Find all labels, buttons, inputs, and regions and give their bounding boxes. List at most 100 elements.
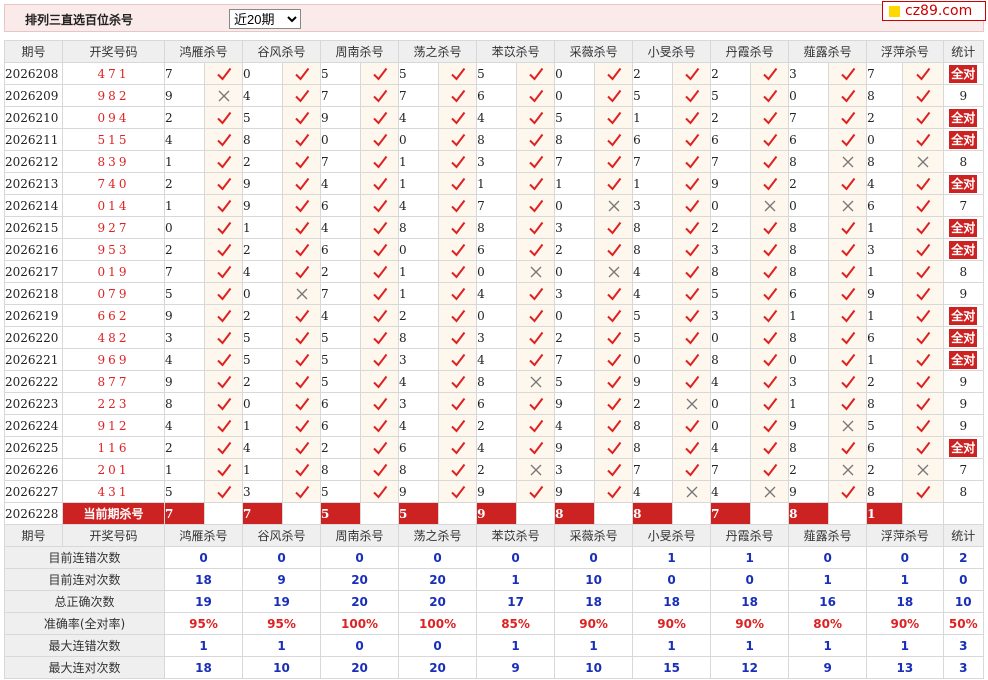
check-icon — [684, 374, 700, 390]
kill-value-cell: 5 — [632, 304, 674, 327]
site-logo[interactable]: cz89.com — [882, 1, 986, 21]
column-header: 开奖号码 — [62, 40, 165, 63]
result-mark-cell — [203, 458, 244, 481]
result-mark-cell — [282, 326, 322, 349]
check-icon — [528, 198, 544, 214]
kill-value-cell: 0 — [788, 348, 830, 371]
stats-value-cell: 15 — [632, 656, 712, 679]
check-icon — [372, 440, 388, 456]
stats-value-cell: 19 — [163, 590, 244, 613]
stats-row: 总正确次数 19 19 20 20 17 18 18 18 16 18 10 — [4, 590, 985, 613]
result-mark-cell — [438, 84, 478, 107]
result-mark-cell — [828, 326, 868, 349]
kill-value-cell: 4 — [242, 260, 284, 283]
result-mark-cell — [360, 62, 400, 85]
kill-value-cell: 1 — [164, 150, 205, 173]
stats-label-cell: 目前连错次数 — [4, 546, 165, 569]
result-mark-cell — [750, 436, 790, 459]
kill-value-cell: 5 — [866, 414, 904, 437]
check-icon — [294, 308, 310, 324]
kill-value-cell: 4 — [398, 414, 440, 437]
kill-value-cell: 2 — [164, 238, 205, 261]
check-icon — [528, 242, 544, 258]
result-mark-cell — [594, 106, 634, 129]
result-mark-cell — [594, 238, 634, 261]
check-icon — [450, 220, 466, 236]
check-icon — [684, 154, 700, 170]
logo-text: cz89.com — [905, 3, 973, 19]
cross-icon — [607, 199, 621, 213]
drawn-number-cell: 019 — [62, 260, 165, 283]
drawn-number-cell: 079 — [62, 282, 165, 305]
check-icon — [372, 418, 388, 434]
kill-value-cell: 6 — [710, 128, 752, 151]
drawn-number-cell: 201 — [62, 458, 165, 481]
stats-value-cell: 1 — [710, 546, 790, 569]
check-icon — [450, 484, 466, 500]
total-cell: 全对 — [942, 238, 985, 261]
kill-value-cell: 1 — [632, 106, 674, 129]
check-icon — [372, 352, 388, 368]
check-icon — [372, 264, 388, 280]
result-mark-cell — [282, 84, 322, 107]
table-row: 2026211 515 4 8 0 0 8 8 6 6 6 0 全对 — [4, 128, 985, 151]
table-row: 2026220 482 3 5 5 8 3 2 5 0 8 6 全对 — [4, 326, 985, 349]
check-icon — [294, 66, 310, 82]
stats-value-cell: 9 — [476, 656, 556, 679]
check-icon — [216, 264, 232, 280]
kill-value-cell: 7 — [866, 62, 904, 85]
check-icon — [762, 418, 778, 434]
check-icon — [216, 374, 232, 390]
check-icon — [915, 66, 931, 82]
check-icon — [915, 484, 931, 500]
result-mark-cell — [828, 194, 868, 217]
stats-value-cell: 1 — [632, 634, 712, 657]
current-label-cell: 当前期杀号 — [62, 502, 165, 525]
check-icon — [606, 176, 622, 192]
check-icon — [606, 154, 622, 170]
check-icon — [684, 110, 700, 126]
result-mark-cell — [438, 238, 478, 261]
result-mark-cell — [516, 238, 556, 261]
check-icon — [684, 88, 700, 104]
check-icon — [372, 396, 388, 412]
kill-value-cell: 9 — [554, 436, 596, 459]
stats-value-cell: 0 — [476, 546, 556, 569]
stats-value-cell: 1 — [242, 634, 322, 657]
result-mark-cell — [902, 238, 944, 261]
table-row: 2026210 094 2 5 9 4 4 5 1 2 7 2 全对 — [4, 106, 985, 129]
check-icon — [840, 484, 856, 500]
check-icon — [606, 88, 622, 104]
result-mark-cell — [902, 84, 944, 107]
kill-value-cell: 4 — [632, 480, 674, 503]
result-mark-cell — [282, 216, 322, 239]
result-mark-cell — [282, 436, 322, 459]
current-kill-cell: 5 — [398, 502, 440, 525]
period-range-select[interactable]: 近20期 — [229, 9, 301, 29]
kill-value-cell: 0 — [476, 304, 518, 327]
check-icon — [216, 66, 232, 82]
kill-value-cell: 7 — [710, 150, 752, 173]
result-mark-cell — [438, 348, 478, 371]
result-mark-cell — [282, 260, 322, 283]
kill-value-cell: 8 — [476, 370, 518, 393]
check-icon — [684, 352, 700, 368]
check-icon — [684, 66, 700, 82]
period-cell: 2026219 — [4, 304, 63, 327]
check-icon — [840, 352, 856, 368]
check-icon — [528, 330, 544, 346]
period-cell: 2026216 — [4, 238, 63, 261]
empty-cell — [594, 502, 634, 525]
period-cell: 2026221 — [4, 348, 63, 371]
stats-value-cell: 20 — [320, 590, 400, 613]
kill-value-cell: 6 — [398, 436, 440, 459]
stats-label-cell: 准确率(全对率) — [4, 612, 165, 635]
check-icon — [450, 352, 466, 368]
column-header: 小旻杀号 — [632, 524, 712, 547]
result-mark-cell — [750, 172, 790, 195]
period-cell: 2026220 — [4, 326, 63, 349]
result-mark-cell — [594, 370, 634, 393]
kill-value-cell: 3 — [398, 348, 440, 371]
stats-value-cell: 90% — [710, 612, 790, 635]
result-mark-cell — [516, 458, 556, 481]
